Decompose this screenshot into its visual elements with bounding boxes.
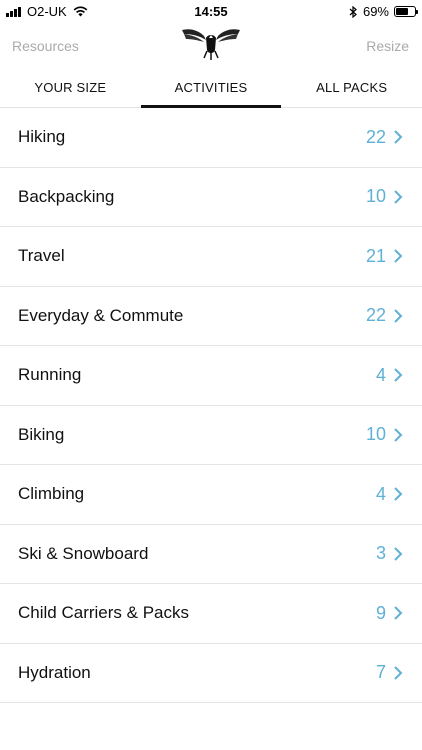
nav-bar: Resources Resize <box>0 24 422 74</box>
list-item-count: 10 <box>365 424 386 445</box>
list-item-count: 4 <box>375 364 386 385</box>
chevron-right-icon <box>394 487 403 501</box>
osprey-logo-icon <box>182 29 240 60</box>
list-item-count: 7 <box>375 662 386 683</box>
status-right: 69% <box>349 4 418 19</box>
list-item-label: Child Carriers & Packs <box>18 603 189 623</box>
activity-list: Hiking 22 Backpacking 10 Travel 21 Every… <box>0 108 422 703</box>
list-item-count: 22 <box>365 126 386 147</box>
list-item-climbing[interactable]: Climbing 4 <box>0 465 422 525</box>
list-item-count: 4 <box>375 483 386 504</box>
tab-bar: YOUR SIZE ACTIVITIES ALL PACKS <box>0 74 422 108</box>
chevron-right-icon <box>394 666 403 680</box>
list-item-running[interactable]: Running 4 <box>0 346 422 406</box>
chevron-right-icon <box>394 368 403 382</box>
list-item-count: 10 <box>365 186 386 207</box>
list-item-label: Backpacking <box>18 186 115 206</box>
chevron-right-icon <box>394 428 403 442</box>
chevron-right-icon <box>394 606 403 620</box>
list-item-count: 9 <box>375 602 386 623</box>
list-item-hydration[interactable]: Hydration 7 <box>0 644 422 703</box>
list-item-label: Everyday & Commute <box>18 305 184 325</box>
list-item-count: 3 <box>375 543 386 564</box>
list-item-label: Biking <box>18 424 65 444</box>
list-item-travel[interactable]: Travel 21 <box>0 227 422 287</box>
bluetooth-icon <box>349 5 357 18</box>
list-item-hiking[interactable]: Hiking 22 <box>0 108 422 168</box>
tab-all-packs[interactable]: ALL PACKS <box>281 74 422 107</box>
list-item-count: 21 <box>365 245 386 266</box>
list-item-label: Running <box>18 365 82 385</box>
chevron-right-icon <box>394 249 403 263</box>
tab-your-size[interactable]: YOUR SIZE <box>0 74 141 107</box>
battery-percent: 69% <box>362 4 389 19</box>
list-item-label: Climbing <box>18 484 85 504</box>
list-item-backpacking[interactable]: Backpacking 10 <box>0 168 422 227</box>
list-item-label: Hiking <box>18 127 66 147</box>
chevron-right-icon <box>394 190 403 204</box>
list-item-biking[interactable]: Biking 10 <box>0 406 422 465</box>
chevron-right-icon <box>394 547 403 561</box>
list-item-count: 22 <box>365 305 386 326</box>
list-item-label: Hydration <box>18 662 91 682</box>
chevron-right-icon <box>394 130 403 144</box>
list-item-ski-snowboard[interactable]: Ski & Snowboard 3 <box>0 525 422 584</box>
list-item-child-carriers[interactable]: Child Carriers & Packs 9 <box>0 584 422 644</box>
list-item-label: Ski & Snowboard <box>18 543 149 563</box>
resize-button[interactable]: Resize <box>366 38 409 54</box>
status-bar: O2-UK 14:55 69% <box>0 0 422 24</box>
resources-button[interactable]: Resources <box>12 38 79 54</box>
tab-activities[interactable]: ACTIVITIES <box>140 74 282 108</box>
battery-icon <box>394 6 418 17</box>
list-item-label: Travel <box>18 246 65 266</box>
chevron-right-icon <box>394 309 403 323</box>
list-item-everyday-commute[interactable]: Everyday & Commute 22 <box>0 287 422 346</box>
